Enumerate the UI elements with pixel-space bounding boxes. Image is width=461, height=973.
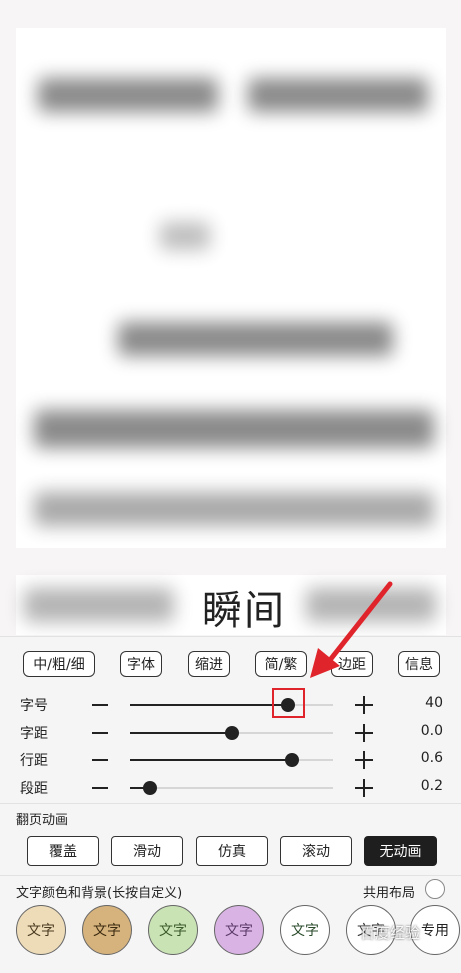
- slider-label: 字号: [20, 698, 48, 714]
- format-toolbar: 中/粗/细 字体 缩进 简/繁 边距 信息: [0, 651, 461, 681]
- slider-track[interactable]: [130, 753, 333, 767]
- animation-scroll-button[interactable]: 滚动: [280, 836, 352, 866]
- slider-value: 40: [425, 695, 443, 711]
- slider-label: 段距: [20, 781, 48, 797]
- plus-icon[interactable]: [355, 724, 373, 742]
- blurred-text-line: [34, 410, 434, 448]
- slider-value: 0.6: [420, 750, 443, 766]
- font-button[interactable]: 字体: [120, 651, 162, 677]
- color-section-title: 文字颜色和背景(长按自定义): [16, 886, 183, 901]
- divider: [0, 875, 461, 876]
- divider: [0, 803, 461, 804]
- animation-simulation-button[interactable]: 仿真: [196, 836, 268, 866]
- slider-knob[interactable]: [143, 781, 158, 795]
- slider-font-size: 字号 40: [0, 693, 461, 717]
- margin-button[interactable]: 边距: [331, 651, 373, 677]
- color-swatch[interactable]: 文字: [16, 905, 66, 955]
- slider-knob[interactable]: [224, 726, 239, 740]
- minus-icon[interactable]: [92, 704, 108, 706]
- minus-icon[interactable]: [92, 759, 108, 761]
- color-swatch[interactable]: 文字: [148, 905, 198, 955]
- highlight-box: [272, 688, 305, 718]
- color-swatch[interactable]: 文字: [280, 905, 330, 955]
- blurred-text-line: [34, 492, 434, 526]
- animation-slide-button[interactable]: 滑动: [111, 836, 183, 866]
- slider-paragraph-spacing: 段距 0.2: [0, 776, 461, 800]
- slider-value: 0.0: [420, 723, 443, 739]
- blurred-text-line: [248, 78, 428, 112]
- indent-button[interactable]: 缩进: [188, 651, 230, 677]
- reader-content: 瞬间: [0, 0, 461, 636]
- slider-label: 行距: [20, 753, 48, 769]
- slider-track[interactable]: [130, 726, 333, 740]
- font-weight-button[interactable]: 中/粗/细: [23, 651, 95, 677]
- slider-value: 0.2: [420, 778, 443, 794]
- blurred-text-line: [38, 78, 218, 112]
- color-swatch[interactable]: 文字: [82, 905, 132, 955]
- slider-letter-spacing: 字距 0.0: [0, 721, 461, 745]
- minus-icon[interactable]: [92, 787, 108, 789]
- blurred-text-line: [306, 588, 436, 622]
- blurred-text-line: [118, 322, 393, 356]
- page-animation-title: 翻页动画: [16, 813, 69, 828]
- plus-icon[interactable]: [355, 751, 373, 769]
- info-button[interactable]: 信息: [398, 651, 440, 677]
- simplified-traditional-button[interactable]: 简/繁: [255, 651, 307, 677]
- blurred-text-line: [24, 588, 174, 622]
- slider-knob[interactable]: [285, 753, 300, 767]
- slider-track[interactable]: [130, 781, 333, 795]
- blurred-text-line: [160, 222, 210, 250]
- slider-label: 字距: [20, 726, 48, 742]
- minus-icon[interactable]: [92, 732, 108, 734]
- reader-visible-text: 瞬间: [202, 588, 286, 634]
- animation-none-button[interactable]: 无动画: [364, 836, 437, 866]
- shared-layout-label: 共用布局: [363, 886, 416, 901]
- plus-icon[interactable]: [355, 779, 373, 797]
- slider-line-spacing: 行距 0.6: [0, 748, 461, 772]
- slider-fill: [130, 704, 289, 706]
- slider-fill: [130, 732, 232, 734]
- color-swatch[interactable]: 文字: [214, 905, 264, 955]
- animation-cover-button[interactable]: 覆盖: [27, 836, 99, 866]
- plus-icon[interactable]: [355, 696, 373, 714]
- watermark: 百度经验: [360, 924, 421, 942]
- slider-fill: [130, 759, 293, 761]
- shared-layout-toggle[interactable]: [425, 879, 445, 899]
